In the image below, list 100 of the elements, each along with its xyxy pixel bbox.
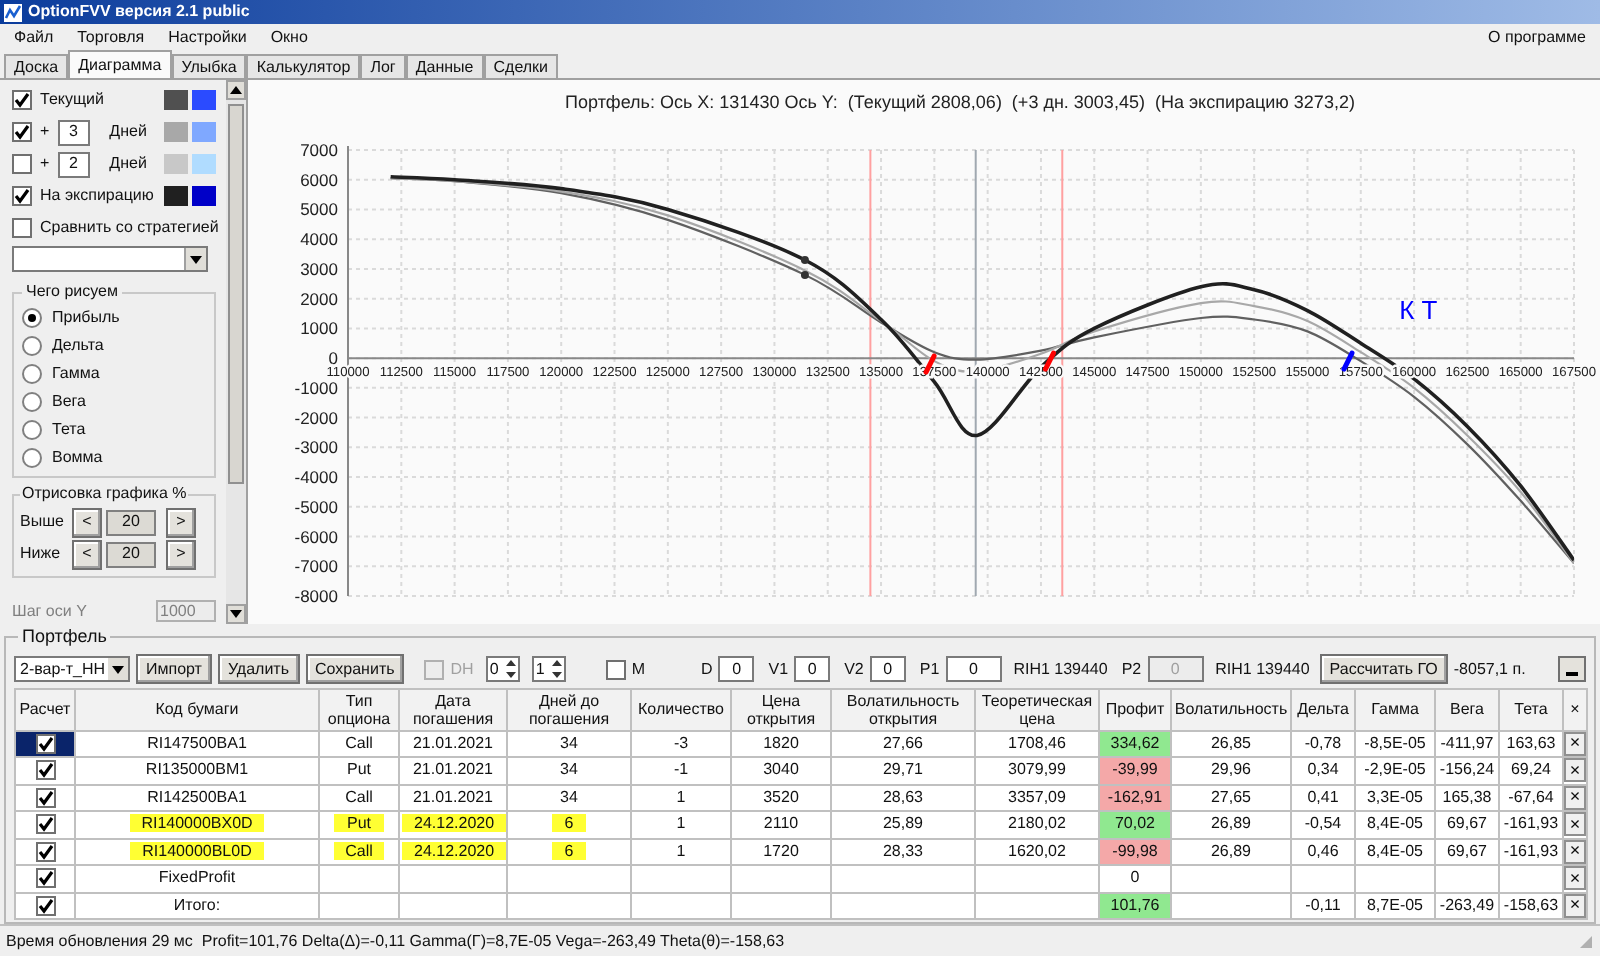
column-header[interactable]: Вега: [1435, 688, 1499, 730]
range-field[interactable]: 20: [106, 541, 156, 567]
scrollbar[interactable]: [226, 80, 246, 624]
checkbox[interactable]: [35, 787, 55, 808]
table-cell: 0,46: [1291, 838, 1355, 865]
column-header[interactable]: Дельта: [1291, 688, 1355, 730]
menu-item[interactable]: Окно: [270, 26, 308, 50]
column-header[interactable]: Тип опциона: [319, 688, 399, 730]
checkbox[interactable]: [605, 659, 626, 679]
column-header[interactable]: Волатильность: [1171, 688, 1291, 730]
radio-button[interactable]: [22, 392, 42, 412]
menu-item[interactable]: Настройки: [168, 26, 247, 50]
color-swatch[interactable]: [164, 90, 188, 110]
table-cell: -1: [631, 757, 731, 784]
toolbar-button[interactable]: Удалить: [217, 654, 300, 684]
table-cell: 8,7E-05: [1355, 892, 1435, 919]
calc-cell[interactable]: [15, 757, 75, 784]
radio-button[interactable]: [22, 420, 42, 440]
column-header[interactable]: Количество: [631, 688, 731, 730]
column-header[interactable]: Дата погашения: [399, 688, 507, 730]
checkbox[interactable]: [35, 814, 55, 835]
days-field[interactable]: 2: [57, 151, 90, 177]
checkbox[interactable]: [12, 122, 32, 142]
tab[interactable]: Доска: [4, 54, 69, 78]
checkbox[interactable]: [35, 760, 55, 781]
tab[interactable]: Данные: [405, 54, 484, 78]
checkbox[interactable]: [35, 895, 55, 916]
remove-button[interactable]: ×: [1564, 839, 1586, 864]
spin-arrows-icon: [503, 658, 518, 680]
tab[interactable]: Диаграмма: [68, 50, 172, 78]
color-swatch[interactable]: [164, 186, 188, 206]
plus-label: +: [40, 152, 50, 176]
column-header[interactable]: Тета: [1499, 688, 1563, 730]
checkbox[interactable]: [35, 841, 55, 862]
column-header[interactable]: Дней до погашения: [507, 688, 631, 730]
remove-button[interactable]: ×: [1564, 812, 1586, 837]
remove-button[interactable]: ×: [1564, 758, 1586, 783]
minimize-button[interactable]: [1558, 656, 1586, 682]
decrease-button[interactable]: <: [72, 539, 102, 569]
toolbar-button[interactable]: Импорт: [136, 654, 212, 684]
tab[interactable]: Сделки: [483, 54, 559, 78]
increase-button[interactable]: >: [166, 507, 196, 537]
checkbox[interactable]: [35, 868, 55, 889]
remove-button[interactable]: ×: [1564, 731, 1586, 756]
remove-button[interactable]: ×: [1564, 785, 1586, 810]
calculate-button[interactable]: Рассчитать ГО: [1319, 654, 1448, 684]
checkbox[interactable]: [12, 186, 32, 206]
radio-button[interactable]: [22, 336, 42, 356]
calc-cell[interactable]: [15, 811, 75, 838]
scroll-down-icon[interactable]: [226, 604, 246, 624]
remove-button[interactable]: ×: [1564, 893, 1586, 918]
calc-cell[interactable]: [15, 892, 75, 919]
decrease-button[interactable]: <: [72, 507, 102, 537]
column-header[interactable]: Профит: [1099, 688, 1171, 730]
range-field[interactable]: 20: [106, 509, 156, 535]
scroll-up-icon[interactable]: [226, 80, 246, 100]
calc-cell[interactable]: [15, 784, 75, 811]
radio-button[interactable]: [22, 308, 42, 328]
checkbox[interactable]: [12, 154, 32, 174]
y-tick-label: -1000: [294, 377, 338, 398]
checkbox[interactable]: [35, 733, 55, 754]
color-swatch[interactable]: [192, 154, 216, 174]
tab[interactable]: Лог: [360, 54, 406, 78]
column-header[interactable]: ×: [1563, 688, 1587, 730]
column-header[interactable]: Код бумаги: [75, 688, 319, 730]
menu-item[interactable]: О программе: [1488, 26, 1586, 50]
table-cell: 3,3E-05: [1355, 784, 1435, 811]
checkbox[interactable]: [12, 218, 32, 238]
strategy-dropdown[interactable]: [12, 246, 208, 272]
calc-cell[interactable]: [15, 865, 75, 892]
radio-button[interactable]: [22, 448, 42, 468]
number-field[interactable]: 0: [718, 656, 755, 682]
price-field[interactable]: 0: [945, 656, 1002, 682]
menu-item[interactable]: Торговля: [77, 26, 145, 50]
column-header[interactable]: Цена открытия: [731, 688, 831, 730]
increase-button[interactable]: >: [166, 539, 196, 569]
color-swatch[interactable]: [192, 186, 216, 206]
spin-field[interactable]: 0: [485, 656, 520, 682]
days-field[interactable]: 3: [57, 119, 90, 145]
column-header[interactable]: Расчет: [15, 688, 75, 730]
remove-button[interactable]: ×: [1564, 866, 1586, 891]
number-field[interactable]: 0: [869, 656, 906, 682]
number-field[interactable]: 0: [794, 656, 831, 682]
tab[interactable]: Калькулятор: [246, 54, 361, 78]
color-swatch[interactable]: [164, 154, 188, 174]
radio-button[interactable]: [22, 364, 42, 384]
column-header[interactable]: Волатильность открытия: [831, 688, 975, 730]
strategy-dropdown[interactable]: 2-вар-т_НН: [14, 656, 130, 682]
menu-item[interactable]: Файл: [14, 26, 54, 50]
color-swatch[interactable]: [164, 122, 188, 142]
color-swatch[interactable]: [192, 122, 216, 142]
column-header[interactable]: Теоретическая цена: [975, 688, 1099, 730]
column-header[interactable]: Гамма: [1355, 688, 1435, 730]
tab[interactable]: Улыбка: [171, 54, 247, 78]
calc-cell[interactable]: [15, 730, 75, 757]
spin-field[interactable]: 1: [531, 656, 566, 682]
toolbar-button[interactable]: Сохранить: [305, 654, 405, 684]
checkbox[interactable]: [12, 90, 32, 110]
color-swatch[interactable]: [192, 90, 216, 110]
calc-cell[interactable]: [15, 838, 75, 865]
